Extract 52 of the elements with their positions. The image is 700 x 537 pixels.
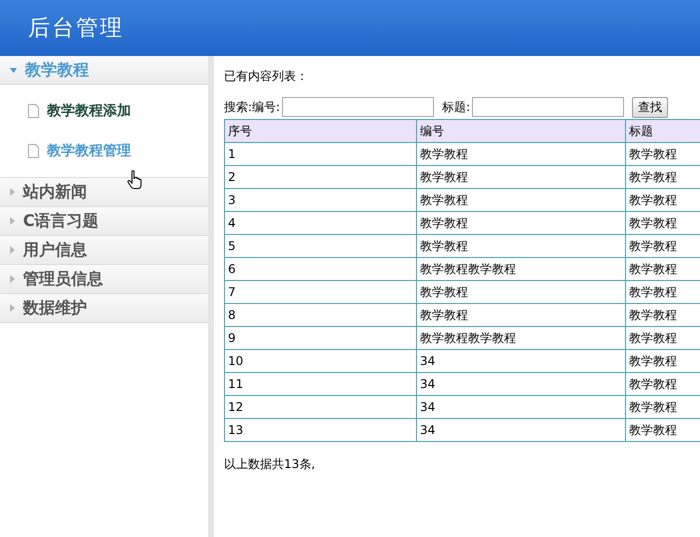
table-cell: 教学教程 — [416, 166, 626, 188]
table-cell: 教学教程 — [416, 188, 626, 212]
app-title: 后台管理 — [28, 14, 124, 42]
collapse-arrow-icon — [10, 304, 15, 312]
submenu-item[interactable]: 教学教程添加 — [0, 91, 208, 131]
table-cell: 5 — [224, 234, 416, 258]
menu-section-header[interactable]: 站内新闻 — [0, 178, 208, 207]
search-label: 标题: — [442, 99, 470, 116]
code-input-field[interactable] — [282, 97, 434, 117]
menu-section-header[interactable]: 用户信息 — [0, 236, 208, 265]
table-cell: 34 — [416, 372, 626, 396]
column-header: 序号 — [224, 120, 416, 142]
collapse-arrow-icon — [10, 275, 15, 283]
collapse-arrow-icon — [10, 188, 15, 196]
table-cell: 11 — [224, 372, 416, 396]
hand-cursor-icon — [127, 170, 143, 190]
column-header: 标题 — [626, 120, 700, 142]
collapse-arrow-icon — [10, 246, 15, 254]
table-cell: 教学教程 — [416, 142, 626, 166]
collapse-arrow-icon — [10, 217, 15, 225]
menu-section-header[interactable]: C语言习题 — [0, 207, 208, 236]
table-cell: 34 — [416, 396, 626, 418]
record-count-text: 以上数据共13条, — [224, 456, 316, 473]
table-cell: 4 — [224, 212, 416, 234]
table-cell: 8 — [224, 304, 416, 326]
page-icon — [28, 144, 39, 158]
menu-section-header[interactable]: 管理员信息 — [0, 265, 208, 294]
table-cell: 7 — [224, 280, 416, 304]
expand-arrow-icon — [10, 68, 17, 72]
section-heading: 已有内容列表： — [224, 68, 309, 85]
table-cell: 教学教程教学教程 — [416, 258, 626, 280]
table-cell: 10 — [224, 350, 416, 372]
table-cell: 教学教程 — [416, 212, 626, 234]
column-header: 编号 — [416, 120, 626, 142]
table-cell: 34 — [416, 418, 626, 442]
title-input-field[interactable] — [472, 97, 624, 117]
table-cell: 13 — [224, 418, 416, 442]
table-cell: 6 — [224, 258, 416, 280]
menu-section-header[interactable]: 数据维护 — [0, 294, 208, 323]
table-cell: 9 — [224, 326, 416, 350]
page-icon — [28, 104, 39, 118]
table-cell: 12 — [224, 396, 416, 418]
table-cell: 教学教程教学教程 — [416, 326, 626, 350]
search-label: 搜索:编号: — [224, 99, 280, 116]
table-cell: 34 — [416, 350, 626, 372]
table-cell: 1 — [224, 142, 416, 166]
table-cell: 3 — [224, 188, 416, 212]
find-button[interactable]: 查找 — [632, 96, 668, 118]
table-cell: 教学教程 — [416, 280, 626, 304]
table-cell: 教学教程 — [416, 234, 626, 258]
table-cell: 教学教程 — [416, 304, 626, 326]
table-cell: 2 — [224, 166, 416, 188]
